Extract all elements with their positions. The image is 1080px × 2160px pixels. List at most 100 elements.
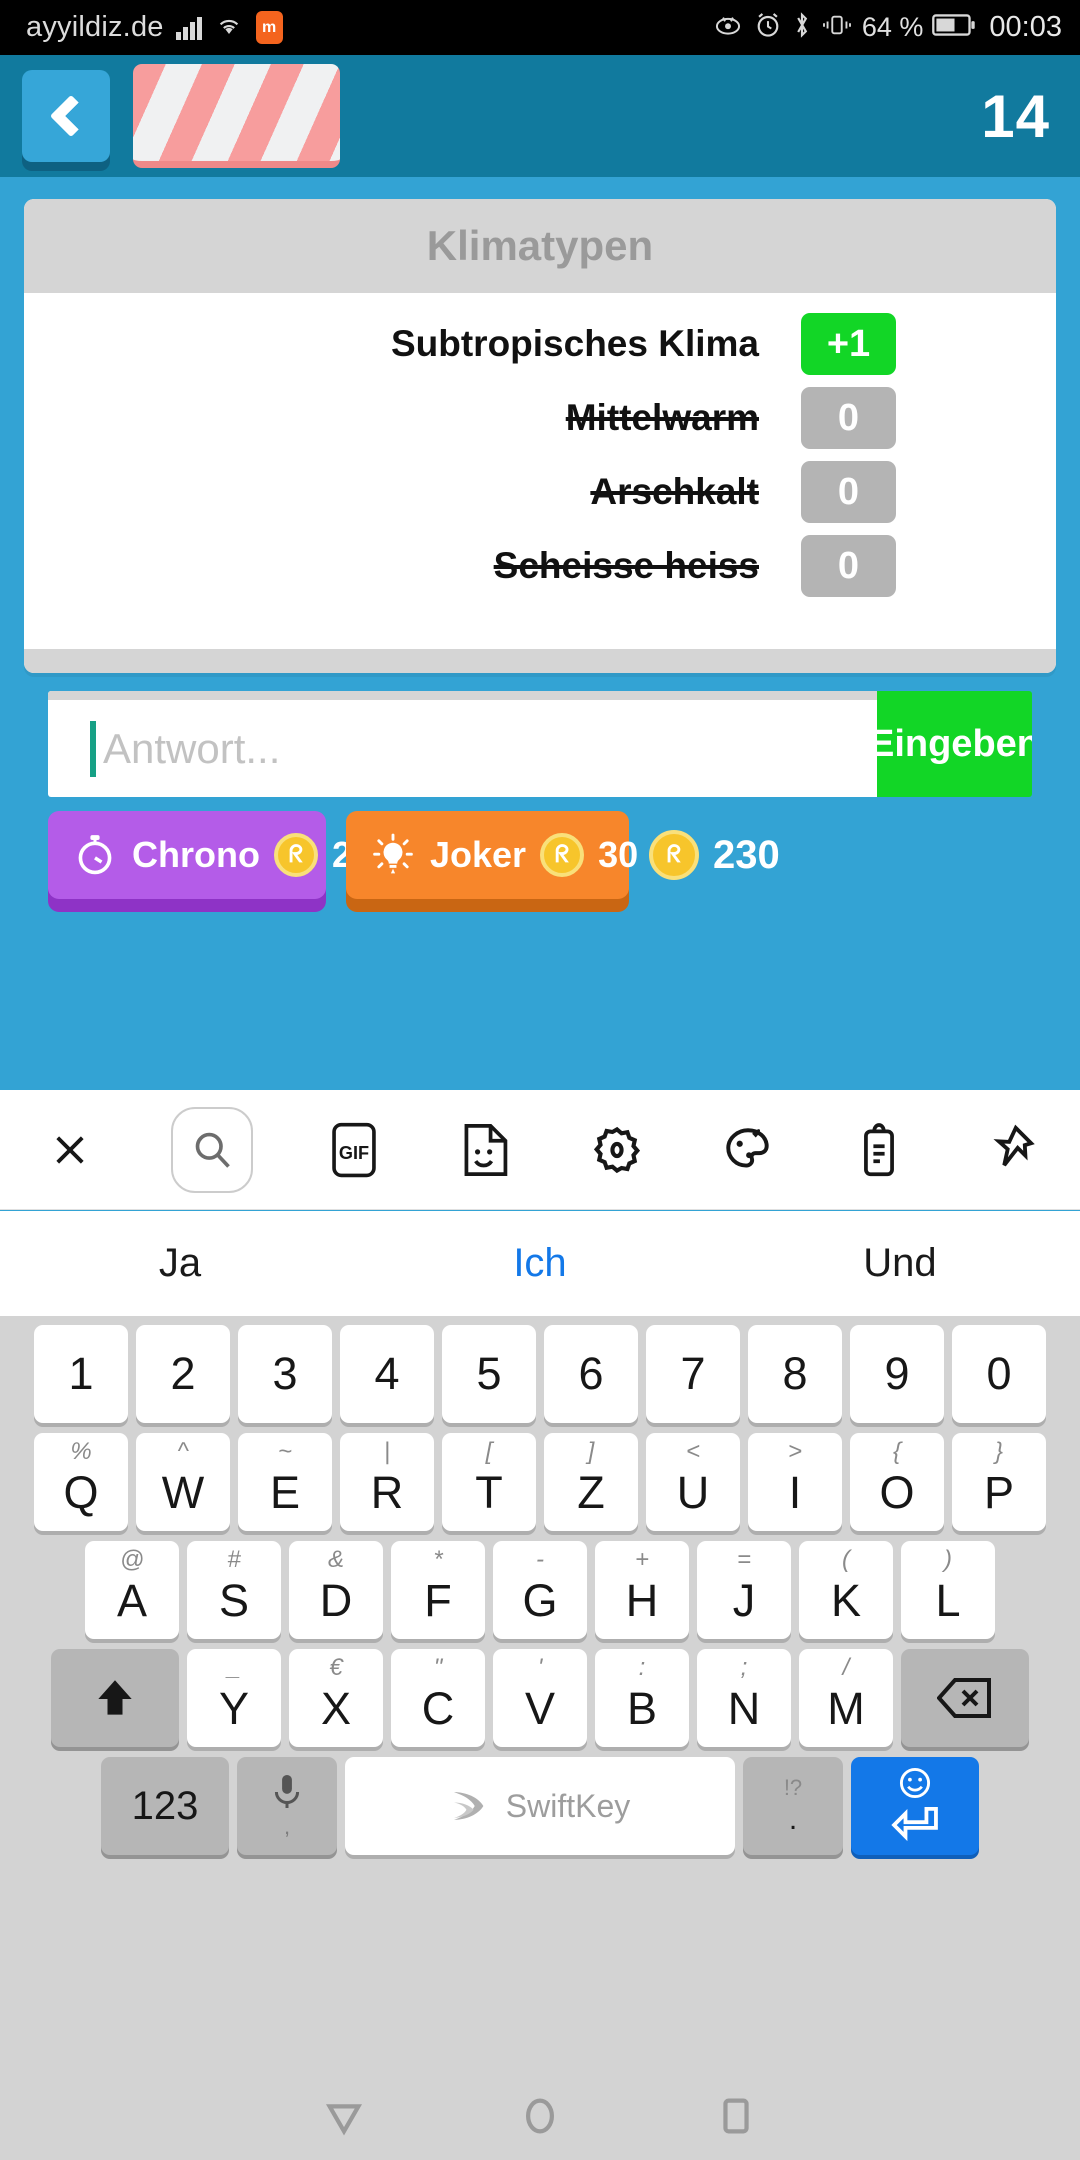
table-row: Scheisse heiss 0 <box>24 529 1056 603</box>
card-footer <box>24 649 1056 673</box>
key-8[interactable]: 8 <box>748 1325 842 1423</box>
key-sup: < <box>685 1438 700 1465</box>
key-e[interactable]: ~ E <box>238 1433 332 1531</box>
prediction-1[interactable]: Ich <box>360 1241 720 1286</box>
key-c[interactable]: " C <box>391 1649 485 1747</box>
palette-icon[interactable] <box>718 1120 778 1180</box>
key-v[interactable]: ' V <box>493 1649 587 1747</box>
key-7[interactable]: 7 <box>646 1325 740 1423</box>
key-s[interactable]: # S <box>187 1541 281 1639</box>
key-label: M <box>827 1683 865 1734</box>
key-x[interactable]: € X <box>289 1649 383 1747</box>
answers-list: Subtropisches Klima +1 Mittelwarm 0 Arsc… <box>24 293 1056 649</box>
key-t[interactable]: [T <box>442 1433 536 1531</box>
home-circle-icon[interactable] <box>517 2093 563 2139</box>
key-label: T <box>475 1467 503 1518</box>
key-d[interactable]: & D <box>289 1541 383 1639</box>
prediction-2[interactable]: Und <box>720 1241 1080 1286</box>
key-n[interactable]: ; N <box>697 1649 791 1747</box>
key-w[interactable]: ^ W <box>136 1433 230 1531</box>
gif-icon[interactable]: GIF <box>324 1120 384 1180</box>
key-label: X <box>320 1683 351 1734</box>
answer-input[interactable]: Antwort... <box>48 691 877 797</box>
numeric-key[interactable]: 123 <box>101 1757 229 1855</box>
status-bar: ayyildiz.de m 64 % 00:03 <box>0 0 1080 55</box>
key-y[interactable]: _ Y <box>187 1649 281 1747</box>
key-b[interactable]: :B <box>595 1649 689 1747</box>
settings-gear-icon[interactable] <box>587 1120 647 1180</box>
backspace-key[interactable] <box>901 1649 1029 1747</box>
striped-barrier-image[interactable] <box>133 64 340 168</box>
mic-key[interactable]: , <box>237 1757 337 1855</box>
keyboard-row-numbers: 1 2 3 4 5 6 7 8 9 0 <box>5 1325 1075 1423</box>
keyboard-row-bottom: _ Y € X " C ' V :B ; N / M <box>5 1649 1075 1747</box>
key-2[interactable]: 2 <box>136 1325 230 1423</box>
key-label: Z <box>577 1467 605 1518</box>
key-sup: ~ <box>277 1438 292 1465</box>
status-badge: 0 <box>801 535 896 597</box>
key-r[interactable]: | R <box>340 1433 434 1531</box>
key-f[interactable]: * F <box>391 1541 485 1639</box>
key-0[interactable]: 0 <box>952 1325 1046 1423</box>
key-z[interactable]: ] Z <box>544 1433 638 1531</box>
key-label: Y <box>218 1683 249 1734</box>
key-4[interactable]: 4 <box>340 1325 434 1423</box>
answer-label: Subtropisches Klima <box>390 323 759 364</box>
key-a[interactable]: @ A <box>85 1541 179 1639</box>
pin-icon[interactable] <box>980 1120 1040 1180</box>
back-button[interactable] <box>22 70 110 162</box>
joker-button[interactable]: Joker ᖇ 30 <box>346 811 638 899</box>
key-o[interactable]: {O <box>850 1433 944 1531</box>
keyboard-row-home: @ A # S & D * F -G + H = J (K ) L <box>5 1541 1075 1639</box>
key-label: Q <box>63 1467 99 1518</box>
key-1[interactable]: 1 <box>34 1325 128 1423</box>
sticker-icon[interactable] <box>455 1120 515 1180</box>
soft-keyboard: 1 2 3 4 5 6 7 8 9 0 % Q ^ W ~ E | R [T ] Z < U… <box>0 1316 1080 2071</box>
key-sup: > <box>787 1438 802 1465</box>
key-sup: & <box>327 1546 344 1573</box>
key-g[interactable]: -G <box>493 1541 587 1639</box>
key-5[interactable]: 5 <box>442 1325 536 1423</box>
keyboard-row-top: % Q ^ W ~ E | R [T ] Z < U > I {O } P <box>5 1433 1075 1531</box>
key-6[interactable]: 6 <box>544 1325 638 1423</box>
space-key[interactable]: SwiftKey <box>345 1757 735 1855</box>
game-stage: Klimatypen Subtropisches Klima +1 Mittel… <box>0 177 1080 899</box>
key-3[interactable]: 3 <box>238 1325 332 1423</box>
chrono-button[interactable]: Chrono ᖇ 20 <box>48 811 372 899</box>
key-q[interactable]: % Q <box>34 1433 128 1531</box>
key-p[interactable]: } P <box>952 1433 1046 1531</box>
punctuation-key[interactable]: !? . <box>743 1757 843 1855</box>
shift-key[interactable] <box>51 1649 179 1747</box>
key-9[interactable]: 9 <box>850 1325 944 1423</box>
key-i[interactable]: > I <box>748 1433 842 1531</box>
key-label: L <box>935 1575 961 1626</box>
key-m[interactable]: / M <box>799 1649 893 1747</box>
key-l[interactable]: ) L <box>901 1541 995 1639</box>
prediction-0[interactable]: Ja <box>0 1241 360 1286</box>
key-sup: = <box>736 1546 751 1573</box>
eye-icon <box>712 12 744 43</box>
key-label: W <box>161 1467 205 1518</box>
clock-label: 00:03 <box>989 11 1062 43</box>
card-header: Klimatypen <box>24 199 1056 293</box>
key-label: D <box>319 1575 353 1626</box>
key-j[interactable]: = J <box>697 1541 791 1639</box>
recents-square-icon[interactable] <box>713 2093 759 2139</box>
status-badge: 0 <box>801 387 896 449</box>
close-icon[interactable] <box>40 1120 100 1180</box>
key-u[interactable]: < U <box>646 1433 740 1531</box>
coin-icon: ᖇ <box>273 833 318 877</box>
search-icon[interactable] <box>171 1106 254 1193</box>
key-h[interactable]: + H <box>595 1541 689 1639</box>
text-caret <box>90 720 96 777</box>
key-k[interactable]: (K <box>799 1541 893 1639</box>
back-chevron-icon <box>49 94 92 138</box>
enter-key[interactable] <box>851 1757 979 1855</box>
coin-balance: ᖇ 230 <box>649 811 780 899</box>
clipboard-icon[interactable] <box>849 1120 909 1180</box>
answers-card: Klimatypen Subtropisches Klima +1 Mittel… <box>24 199 1056 673</box>
submit-button[interactable]: Eingeben <box>869 691 1032 797</box>
system-navigation-bar <box>0 2071 1080 2160</box>
back-triangle-icon[interactable] <box>321 2093 367 2139</box>
microphone-icon <box>274 1774 300 1808</box>
